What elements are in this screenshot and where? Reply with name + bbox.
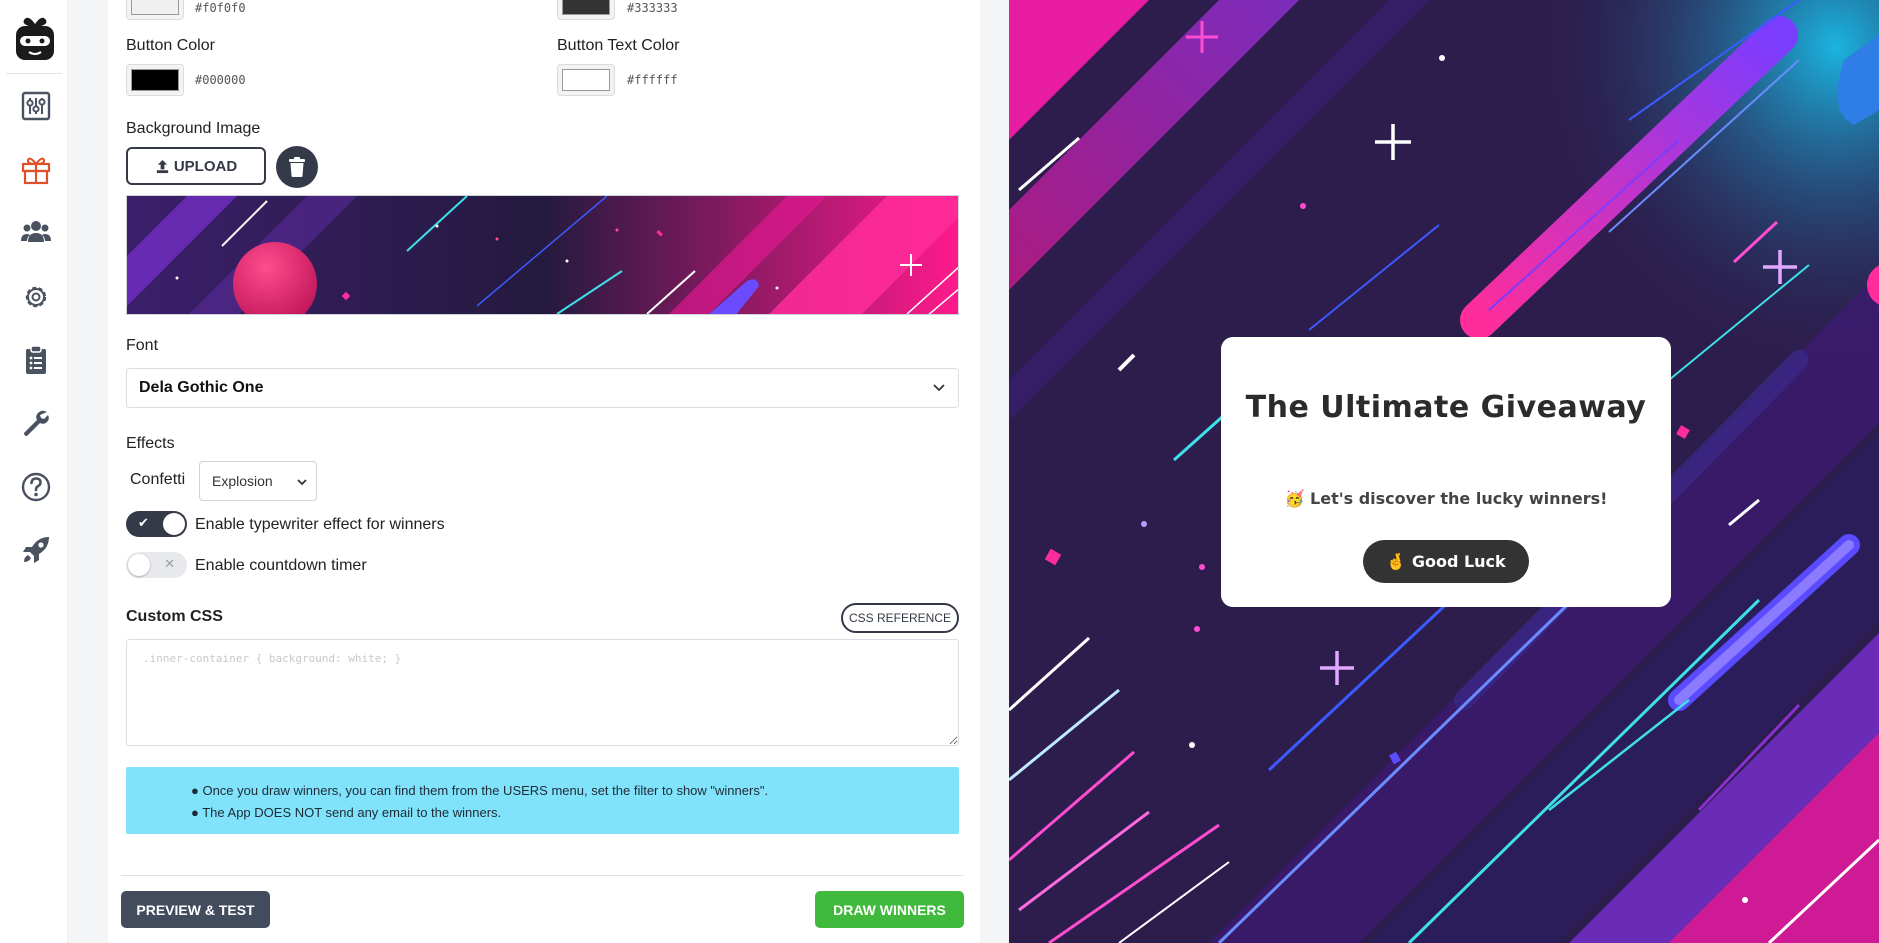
- background-color-swatch[interactable]: [557, 0, 615, 20]
- clipboard-icon[interactable]: [20, 344, 52, 376]
- text-color-swatch[interactable]: [126, 0, 184, 20]
- info-line-2: ● The App DOES NOT send any email to the…: [191, 805, 502, 820]
- right-gutter: [980, 0, 1009, 943]
- settings-sliders-icon[interactable]: [20, 90, 52, 122]
- font-select[interactable]: Dela Gothic One: [126, 368, 959, 408]
- button-text-color-hex: #ffffff: [627, 73, 678, 87]
- help-icon[interactable]: [20, 471, 52, 503]
- preview-test-button[interactable]: PREVIEW & TEST: [121, 891, 270, 928]
- button-color-swatch[interactable]: [126, 64, 184, 96]
- info-line-1: ● Once you draw winners, you can find th…: [191, 783, 769, 798]
- custom-css-textarea[interactable]: [126, 639, 959, 746]
- font-selected-value: Dela Gothic One: [139, 379, 264, 396]
- sidebar: [0, 0, 68, 943]
- swatch-fill: [131, 0, 179, 15]
- upload-label: UPLOAD: [173, 157, 238, 175]
- text-color-hex: #f0f0f0: [195, 1, 246, 15]
- upload-button[interactable]: UPLOAD: [126, 147, 266, 185]
- check-icon: ✔: [138, 515, 149, 530]
- footer-divider: [121, 875, 964, 876]
- app-logo-icon[interactable]: [14, 12, 56, 62]
- typewriter-label: Enable typewriter effect for winners: [195, 516, 445, 533]
- confetti-select[interactable]: Explosion: [199, 461, 317, 501]
- confetti-label: Confetti: [130, 471, 186, 488]
- button-text-color-swatch[interactable]: [557, 64, 615, 96]
- giveaway-title: The Ultimate Giveaway: [1245, 390, 1647, 425]
- draw-winners-button[interactable]: DRAW WINNERS: [815, 891, 964, 928]
- button-color-label: Button Color: [126, 37, 215, 54]
- button-text-color-label: Button Text Color: [557, 37, 680, 54]
- gear-icon[interactable]: [20, 281, 52, 313]
- sidebar-divider: [6, 73, 62, 74]
- effects-label: Effects: [126, 435, 175, 452]
- swatch-fill: [562, 69, 610, 91]
- background-image-label: Background Image: [126, 120, 261, 137]
- swatch-fill: [131, 69, 179, 91]
- giveaway-subtitle: 🥳 Let's discover the lucky winners!: [1284, 489, 1608, 508]
- good-luck-button[interactable]: 🤞 Good Luck: [1363, 540, 1529, 583]
- left-gutter: [68, 0, 108, 943]
- chevron-down-icon: [933, 384, 945, 392]
- swatch-fill: [562, 0, 610, 15]
- toggle-knob: [163, 513, 185, 535]
- toggle-knob: [128, 554, 150, 576]
- countdown-label: Enable countdown timer: [195, 557, 367, 574]
- delete-image-button[interactable]: [276, 146, 318, 188]
- css-reference-button[interactable]: CSS REFERENCE: [841, 603, 959, 633]
- trash-icon: [289, 157, 305, 177]
- countdown-toggle[interactable]: ✕: [126, 552, 187, 578]
- confetti-selected-value: Explosion: [212, 473, 273, 489]
- background-color-hex: #333333: [627, 1, 678, 15]
- wrench-icon[interactable]: [20, 407, 52, 439]
- background-image-thumbnail: [126, 195, 959, 315]
- info-box: ● Once you draw winners, you can find th…: [126, 767, 959, 834]
- chevron-down-icon: [297, 479, 307, 486]
- users-icon[interactable]: [20, 216, 52, 248]
- upload-icon: [156, 159, 168, 173]
- giveaway-card: The Ultimate Giveaway 🥳 Let's discover t…: [1221, 337, 1671, 607]
- close-icon: ✕: [164, 556, 175, 571]
- button-color-hex: #000000: [195, 73, 246, 87]
- rocket-icon[interactable]: [20, 534, 52, 566]
- font-label: Font: [126, 337, 159, 354]
- gift-icon[interactable]: [20, 154, 52, 186]
- typewriter-toggle[interactable]: ✔: [126, 511, 187, 537]
- custom-css-label: Custom CSS: [126, 608, 223, 625]
